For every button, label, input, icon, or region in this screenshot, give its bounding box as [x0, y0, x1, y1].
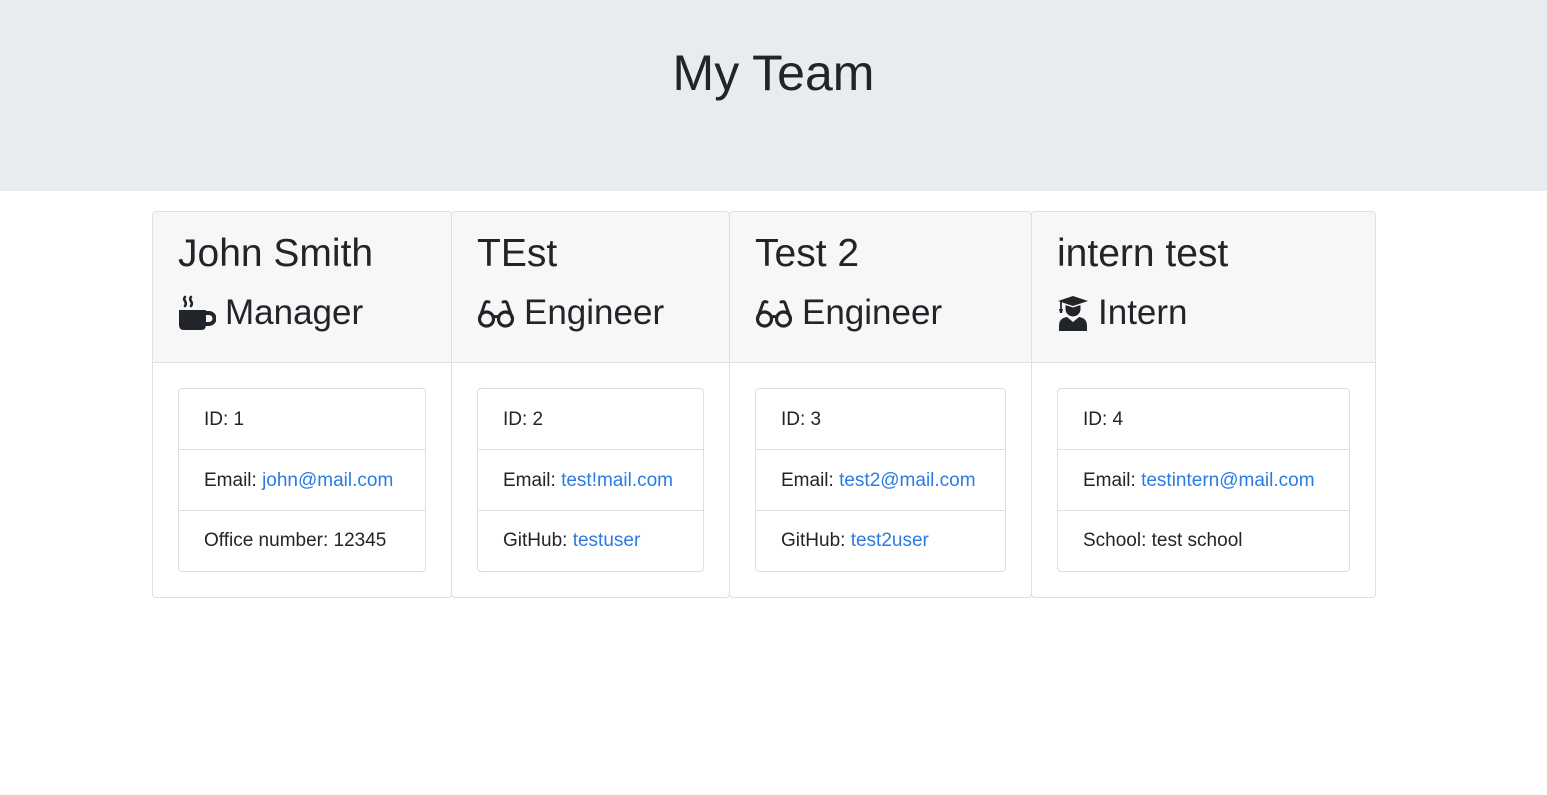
employee-role: Manager	[178, 292, 363, 334]
role-label: Intern	[1098, 293, 1188, 332]
glasses-icon	[477, 294, 515, 332]
github-label: GitHub:	[781, 530, 851, 551]
employee-email-row: Email: john@mail.com	[179, 450, 425, 511]
employee-id: ID: 4	[1058, 389, 1349, 450]
card-header: John Smith Manager	[153, 212, 451, 363]
glasses-icon	[755, 294, 793, 332]
employee-email-row: Email: test2@mail.com	[756, 450, 1005, 511]
email-label: Email:	[204, 470, 263, 491]
employee-card: TEst Engineer ID: 2 Email: test!mail.com…	[451, 211, 730, 598]
employee-email-row: Email: test!mail.com	[478, 450, 703, 511]
employee-email-row: Email: testintern@mail.com	[1058, 450, 1349, 511]
employee-card: intern test Intern ID: 4 Email: testinte…	[1031, 211, 1376, 598]
office-number: Office number: 12345	[204, 530, 387, 551]
employee-name: TEst	[477, 232, 558, 275]
page-header: My Team	[0, 0, 1547, 191]
employee-details: ID: 3 Email: test2@mail.com GitHub: test…	[755, 388, 1006, 572]
email-label: Email:	[503, 470, 562, 491]
github-link[interactable]: test2user	[851, 530, 929, 551]
email-link[interactable]: john@mail.com	[262, 470, 393, 491]
employee-role: Intern	[1057, 292, 1188, 334]
github-row: GitHub: testuser	[478, 511, 703, 571]
employee-details: ID: 2 Email: test!mail.com GitHub: testu…	[477, 388, 704, 572]
employee-name: John Smith	[178, 232, 374, 275]
employee-id: ID: 3	[756, 389, 1005, 450]
school-row: School: test school	[1083, 530, 1243, 551]
coffee-mug-icon	[178, 294, 216, 332]
card-header: Test 2 Engineer	[730, 212, 1031, 363]
employee-details: ID: 1 Email: john@mail.com Office number…	[178, 388, 426, 572]
email-link[interactable]: testintern@mail.com	[1141, 470, 1314, 491]
github-row: GitHub: test2user	[756, 511, 1005, 571]
email-label: Email:	[1083, 470, 1142, 491]
employee-card: Test 2 Engineer ID: 3 Email: test2@mail.…	[729, 211, 1032, 598]
github-label: GitHub:	[503, 530, 573, 551]
graduate-icon	[1057, 295, 1089, 331]
email-link[interactable]: test2@mail.com	[839, 470, 976, 491]
employee-role: Engineer	[477, 292, 664, 334]
page-title: My Team	[672, 45, 875, 101]
employee-name: Test 2	[755, 232, 860, 275]
role-label: Engineer	[802, 293, 943, 332]
email-link[interactable]: test!mail.com	[561, 470, 673, 491]
card-header: intern test Intern	[1032, 212, 1375, 363]
employee-id: ID: 2	[478, 389, 703, 450]
role-label: Engineer	[524, 293, 665, 332]
employee-role: Engineer	[755, 292, 942, 334]
employee-card: John Smith Manager ID: 1 Email: john@mai…	[152, 211, 452, 598]
employee-id: ID: 1	[179, 389, 425, 450]
email-label: Email:	[781, 470, 840, 491]
github-link[interactable]: testuser	[573, 530, 641, 551]
role-label: Manager	[225, 293, 364, 332]
card-header: TEst Engineer	[452, 212, 729, 363]
employee-name: intern test	[1057, 232, 1229, 275]
employee-details: ID: 4 Email: testintern@mail.com School:…	[1057, 388, 1350, 572]
